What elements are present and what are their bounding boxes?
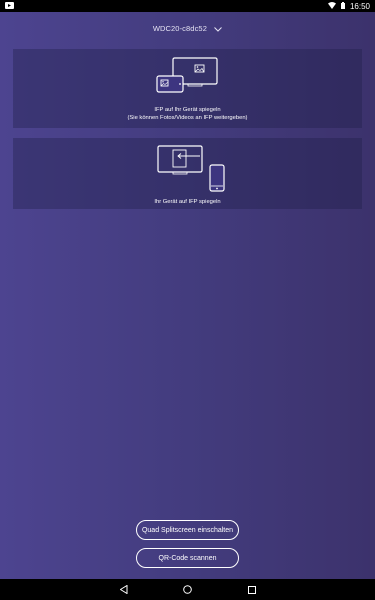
- quad-splitscreen-button[interactable]: Quad Splitscreen einschalten: [136, 520, 239, 540]
- card1-label: IFP auf Ihr Gerät spiegeln (Sie können F…: [128, 107, 248, 122]
- qr-code-scan-button[interactable]: QR-Code scannen: [136, 548, 239, 568]
- notification-icon: [5, 1, 14, 11]
- card1-title: IFP auf Ihr Gerät spiegeln: [154, 107, 221, 113]
- card2-title: Ihr Gerät auf IFP spiegeln: [154, 199, 221, 205]
- app-screen: WDC20-c8dc52 IFP auf Ihr Gerät spiegeln …: [0, 12, 375, 579]
- home-icon[interactable]: [181, 583, 195, 597]
- battery-icon: [340, 1, 345, 11]
- chevron-down-icon: [214, 25, 223, 34]
- card1-subtitle: (Sie können Fotos/Videos an IFP weiterge…: [127, 114, 248, 121]
- device-name: WDC20-c8dc52: [152, 24, 207, 33]
- device-selector[interactable]: WDC20-c8dc52: [0, 24, 375, 34]
- recents-icon[interactable]: [245, 583, 259, 597]
- ifp-to-device-mirror-icon: [144, 55, 232, 104]
- mirror-device-to-ifp-card[interactable]: Ihr Gerät auf IFP spiegeln: [13, 138, 362, 209]
- mirror-ifp-to-device-card[interactable]: IFP auf Ihr Gerät spiegeln (Sie können F…: [13, 49, 362, 128]
- clock: 16:50: [349, 1, 370, 11]
- navigation-bar: [0, 579, 375, 600]
- back-icon[interactable]: [117, 583, 131, 597]
- wifi-icon: [327, 1, 336, 11]
- device-to-ifp-mirror-icon: [144, 144, 232, 197]
- status-bar: 16:50: [0, 0, 375, 12]
